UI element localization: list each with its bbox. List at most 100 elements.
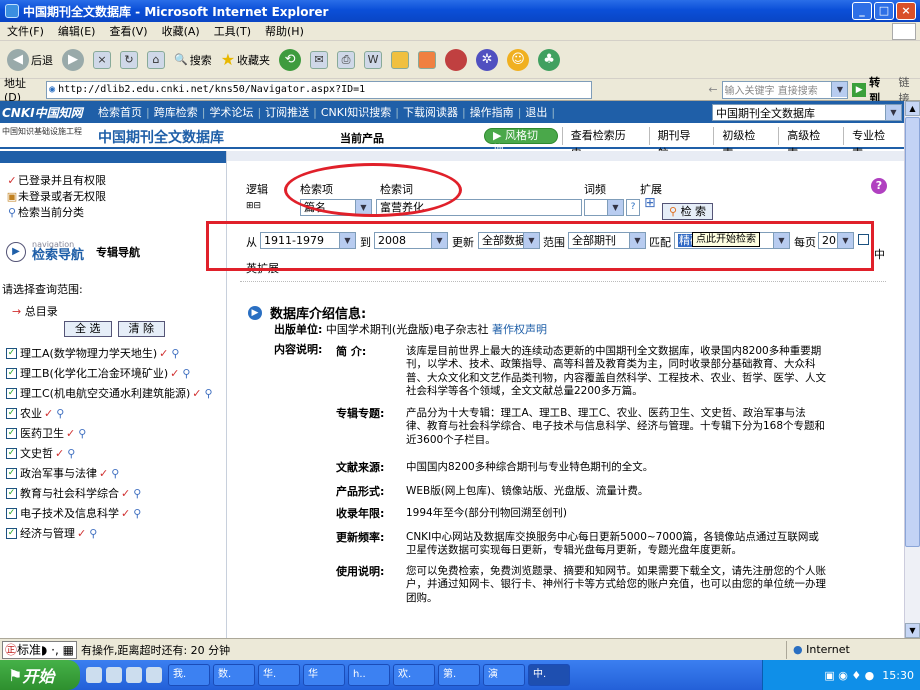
start-button[interactable]: ⚑ 开始: [0, 660, 80, 690]
menu-help[interactable]: 帮助(H): [258, 23, 311, 39]
tab-journal-nav[interactable]: 期刊导航: [648, 127, 710, 160]
category-label[interactable]: 理工C(机电航空交通水利建筑能源): [20, 385, 190, 401]
category-label[interactable]: 文史哲: [20, 445, 53, 461]
magnifier-icon[interactable]: ⚲: [67, 447, 75, 460]
maximize-button[interactable]: □: [874, 2, 894, 20]
search-button[interactable]: 🔍 搜索: [171, 45, 215, 75]
category-label[interactable]: 医药卫生: [20, 425, 64, 441]
plugin-button-4[interactable]: ♣: [535, 45, 563, 75]
scroll-up-icon[interactable]: ▲: [905, 101, 920, 116]
category-label[interactable]: 理工B(化学化工冶金环境矿业): [20, 365, 168, 381]
tab-professional-search[interactable]: 专业检索: [843, 127, 904, 160]
search-submit-button[interactable]: ⚲ 检 索: [662, 203, 714, 220]
category-label[interactable]: 教育与社会科学综合: [20, 485, 119, 501]
nav-link-logout[interactable]: 退出: [521, 104, 551, 120]
close-button[interactable]: ×: [896, 2, 916, 20]
nav-link-knowledge-search[interactable]: CNKI知识搜索: [317, 104, 395, 120]
quick-launch-icon[interactable]: [86, 667, 102, 683]
copyright-link[interactable]: 著作权声明: [492, 323, 547, 336]
mail-button[interactable]: ✉: [307, 45, 331, 75]
word-frequency-select[interactable]: ▼: [584, 199, 624, 216]
category-checkbox[interactable]: ✓: [6, 407, 17, 419]
nav-link-subscribe[interactable]: 订阅推送: [261, 104, 313, 120]
taskbar-item[interactable]: 华.: [258, 664, 300, 686]
plugin-button-1[interactable]: [442, 45, 470, 75]
category-label[interactable]: 农业: [20, 405, 42, 421]
quick-launch-icon[interactable]: [126, 667, 142, 683]
cnki-logo[interactable]: CNKI中国知网: [2, 102, 94, 122]
vertical-scrollbar[interactable]: ▲ ▼: [904, 101, 920, 638]
nav-link-forum[interactable]: 学术论坛: [205, 104, 257, 120]
help-icon[interactable]: ?: [871, 178, 887, 194]
magnifier-icon[interactable]: ⚲: [204, 387, 212, 400]
category-checkbox[interactable]: ✓: [6, 347, 17, 359]
menu-tools[interactable]: 工具(T): [207, 23, 258, 39]
category-checkbox[interactable]: ✓: [6, 447, 17, 459]
favorites-button[interactable]: ★ 收藏夹: [218, 45, 273, 75]
menu-file[interactable]: 文件(F): [0, 23, 51, 39]
nav-link-guide[interactable]: 操作指南: [466, 104, 518, 120]
category-label[interactable]: 电子技术及信息科学: [20, 505, 119, 521]
category-checkbox[interactable]: ✓: [6, 467, 17, 479]
category-label[interactable]: 经济与管理: [20, 525, 75, 541]
taskbar-item-active[interactable]: 中.: [528, 664, 570, 686]
category-checkbox[interactable]: ✓: [6, 527, 17, 539]
scroll-thumb[interactable]: [905, 117, 920, 547]
magnifier-icon[interactable]: ⚲: [171, 347, 179, 360]
clear-button[interactable]: 清 除: [117, 321, 165, 337]
chevron-down-icon[interactable]: ▼: [831, 81, 848, 97]
magnifier-icon[interactable]: ⚲: [56, 407, 64, 420]
tray-icons[interactable]: ▣ ◉ ♦ ●: [824, 669, 874, 682]
stop-button[interactable]: ×: [90, 45, 114, 75]
print-button[interactable]: ⎙: [334, 45, 358, 75]
nav-link-cross-db[interactable]: 跨库检索: [150, 104, 202, 120]
category-checkbox[interactable]: ✓: [6, 507, 17, 519]
magnifier-icon[interactable]: ⚲: [111, 467, 119, 480]
taskbar-item[interactable]: 华: [303, 664, 345, 686]
address-input[interactable]: ◉ http://dlib2.edu.cnki.net/kns50/Navigat…: [46, 80, 593, 99]
category-checkbox[interactable]: ✓: [6, 387, 17, 399]
magnifier-icon[interactable]: ⚲: [133, 507, 141, 520]
folder-button[interactable]: [388, 45, 412, 75]
style-switch-button[interactable]: ▶ 风格切换: [484, 128, 558, 156]
back-button[interactable]: ◀ 后退: [4, 45, 56, 75]
expand-icon[interactable]: ⊞: [644, 195, 656, 211]
special-navigation-link[interactable]: 专辑导航: [96, 244, 140, 260]
taskbar-item[interactable]: 欢.: [393, 664, 435, 686]
taskbar-item[interactable]: h..: [348, 664, 390, 686]
menu-edit[interactable]: 编辑(E): [51, 23, 103, 39]
magnifier-icon[interactable]: ⚲: [182, 367, 190, 380]
taskbar-item[interactable]: 演: [483, 664, 525, 686]
go-arrow-icon[interactable]: ▶: [852, 82, 867, 97]
category-checkbox[interactable]: ✓: [6, 427, 17, 439]
taskbar-item[interactable]: 第.: [438, 664, 480, 686]
quick-launch-icon[interactable]: [146, 667, 162, 683]
scroll-down-icon[interactable]: ▼: [905, 623, 920, 638]
database-select[interactable]: 中国期刊全文数据库 ▼: [712, 104, 902, 121]
refresh-button[interactable]: ↻: [117, 45, 141, 75]
select-all-button[interactable]: 全 选: [64, 321, 112, 337]
taskbar-item[interactable]: 我.: [168, 664, 210, 686]
category-label[interactable]: 理工A(数学物理力学天地生): [20, 345, 157, 361]
minimize-button[interactable]: _: [852, 2, 872, 20]
menu-favorites[interactable]: 收藏(A): [155, 23, 207, 39]
category-label[interactable]: 政治军事与法律: [20, 465, 97, 481]
nav-link-home[interactable]: 检索首页: [94, 104, 146, 120]
category-checkbox[interactable]: ✓: [6, 367, 17, 379]
messenger-button[interactable]: [415, 45, 439, 75]
total-directory[interactable]: → 总目录: [12, 303, 58, 319]
forward-button[interactable]: ▶: [59, 45, 87, 75]
tab-advanced-search[interactable]: 高级检索: [778, 127, 839, 160]
menu-view[interactable]: 查看(V): [102, 23, 154, 39]
add-remove-row-icon[interactable]: ⊞⊟: [246, 201, 261, 211]
magnifier-icon[interactable]: ⚲: [89, 527, 97, 540]
keyword-search-input[interactable]: 输入关键字 直接搜索 ▼: [721, 80, 849, 99]
category-checkbox[interactable]: ✓: [6, 487, 17, 499]
edit-button[interactable]: W: [361, 45, 385, 75]
tab-search-history[interactable]: 查看检索历史: [561, 127, 645, 160]
home-button[interactable]: ⌂: [144, 45, 168, 75]
tab-basic-search[interactable]: 初级检索: [713, 127, 774, 160]
magnifier-icon[interactable]: ⚲: [78, 427, 86, 440]
history-button[interactable]: ⟲: [276, 45, 304, 75]
taskbar-item[interactable]: 数.: [213, 664, 255, 686]
